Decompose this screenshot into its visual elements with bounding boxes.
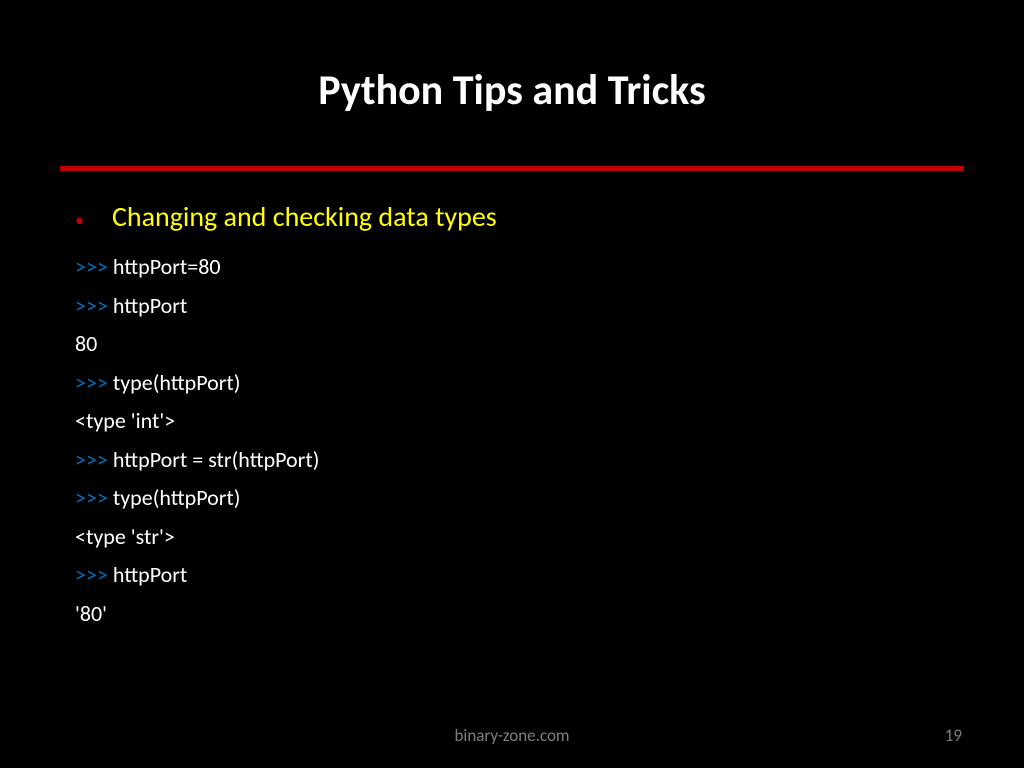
- code-line: >>> type(httpPort): [75, 364, 964, 403]
- code-text: type(httpPort): [113, 484, 241, 511]
- topic-text: Changing and checking data types: [112, 199, 497, 234]
- topic-line: • Changing and checking data types: [75, 199, 964, 234]
- divider: [60, 166, 964, 171]
- page-number: 19: [945, 725, 962, 746]
- code-text: httpPort: [113, 292, 187, 319]
- code-line: >>> httpPort: [75, 556, 964, 595]
- code-text: httpPort = str(httpPort): [113, 446, 320, 473]
- prompt: >>>: [75, 292, 108, 319]
- output-line: '80': [75, 595, 964, 634]
- bullet-icon: •: [75, 211, 84, 229]
- code-line: >>> type(httpPort): [75, 479, 964, 518]
- slide-title: Python Tips and Tricks: [60, 65, 964, 116]
- code-line: >>> httpPort = str(httpPort): [75, 441, 964, 480]
- code-text: httpPort=80: [113, 253, 221, 280]
- prompt: >>>: [75, 561, 108, 588]
- code-line: >>> httpPort=80: [75, 248, 964, 287]
- code-line: >>> httpPort: [75, 287, 964, 326]
- output-line: <type 'int'>: [75, 402, 964, 441]
- prompt: >>>: [75, 369, 108, 396]
- prompt: >>>: [75, 484, 108, 511]
- output-line: <type 'str'>: [75, 518, 964, 557]
- code-text: httpPort: [113, 561, 187, 588]
- code-text: type(httpPort): [113, 369, 241, 396]
- slide: Python Tips and Tricks • Changing and ch…: [0, 0, 1024, 768]
- content-area: • Changing and checking data types >>> h…: [60, 199, 964, 633]
- prompt: >>>: [75, 446, 108, 473]
- footer: binary-zone.com 19: [0, 725, 1024, 746]
- footer-site: binary-zone.com: [454, 725, 569, 746]
- prompt: >>>: [75, 253, 108, 280]
- output-line: 80: [75, 325, 964, 364]
